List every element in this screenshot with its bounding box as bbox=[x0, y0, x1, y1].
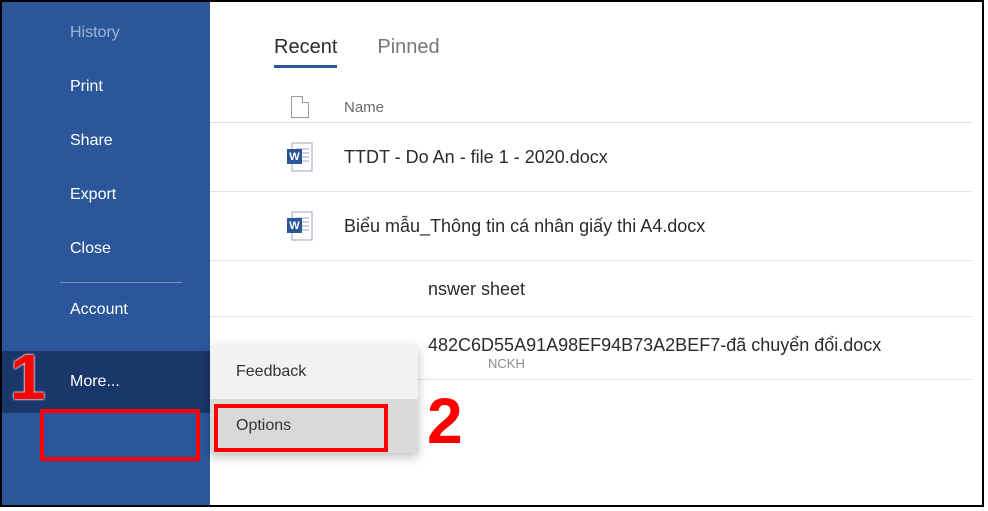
file-name-fragment: 482C6D55A91A98EF94B73A2BEF7-đã chuyển đổ… bbox=[428, 335, 881, 356]
header-file-icon bbox=[286, 96, 314, 118]
file-row[interactable]: nswer sheet bbox=[210, 261, 972, 308]
file-name: TTDT - Do An - file 1 - 2020.docx bbox=[344, 147, 608, 168]
file-row[interactable]: W TTDT - Do An - file 1 - 2020.docx bbox=[210, 123, 972, 192]
flyout-item-options[interactable]: Options bbox=[210, 399, 418, 453]
app-frame: History Print Share Export Close Account… bbox=[0, 0, 984, 507]
sidebar-item-export[interactable]: Export bbox=[2, 168, 210, 222]
tab-pinned[interactable]: Pinned bbox=[377, 36, 439, 68]
word-file-icon: W bbox=[286, 210, 314, 242]
sidebar-item-share[interactable]: Share bbox=[2, 114, 210, 168]
svg-text:W: W bbox=[289, 151, 300, 163]
file-name-fragment: nswer sheet bbox=[428, 279, 525, 300]
sidebar-item-close[interactable]: Close bbox=[2, 222, 210, 276]
sidebar-item-account[interactable]: Account bbox=[2, 283, 210, 337]
file-row[interactable]: W Biểu mẫu_Thông tin cá nhân giấy thi A4… bbox=[210, 192, 972, 261]
sidebar-item-history[interactable]: History bbox=[2, 2, 210, 60]
header-name-label: Name bbox=[344, 99, 384, 116]
page-icon bbox=[291, 96, 309, 118]
flyout-item-feedback[interactable]: Feedback bbox=[210, 345, 418, 399]
word-file-icon: W bbox=[286, 141, 314, 173]
file-list-header: Name bbox=[210, 68, 972, 123]
sidebar-item-more[interactable]: More... bbox=[2, 351, 210, 413]
backstage-sidebar: History Print Share Export Close Account… bbox=[2, 2, 210, 505]
tab-strip: Recent Pinned bbox=[210, 2, 982, 68]
more-flyout-menu: Feedback Options bbox=[210, 345, 418, 453]
svg-text:W: W bbox=[289, 220, 300, 232]
tab-recent[interactable]: Recent bbox=[274, 36, 337, 68]
file-name: Biểu mẫu_Thông tin cá nhân giấy thi A4.d… bbox=[344, 216, 705, 237]
sidebar-item-print[interactable]: Print bbox=[2, 60, 210, 114]
